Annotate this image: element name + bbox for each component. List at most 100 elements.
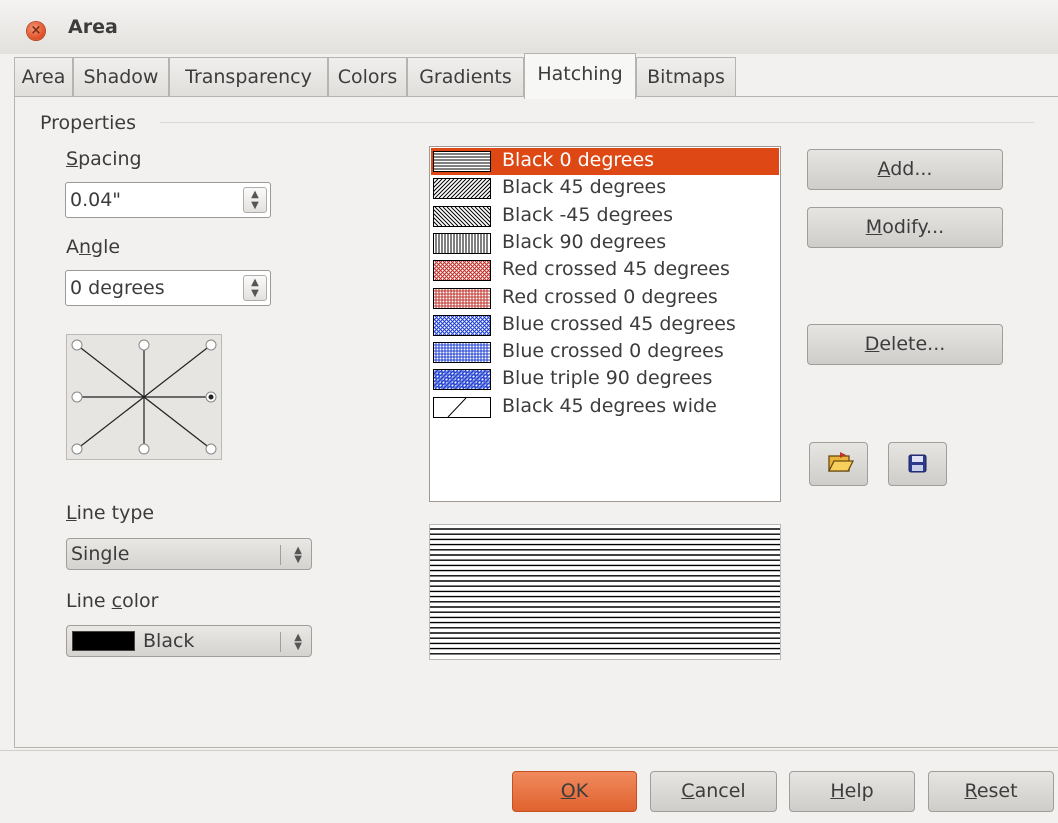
spacing-label: Spacing (66, 148, 142, 170)
angle-selector[interactable] (66, 334, 222, 460)
hatch-list-item[interactable]: Black -45 degrees (414, 203, 779, 230)
open-folder-icon (827, 452, 855, 472)
modify-button[interactable]: Modify... (807, 207, 1003, 248)
reset-mnemonic: R (964, 780, 977, 802)
chevron-updown-icon: ▲ ▼ (294, 545, 302, 565)
hatch-list-item[interactable]: Black 45 degrees wide (431, 394, 779, 421)
hatch-swatch (433, 151, 491, 172)
hatch-list-item-label: Black 90 degrees (502, 230, 667, 253)
hatch-list-item-label: Black 45 degrees (502, 176, 667, 199)
hatch-preview (429, 524, 781, 660)
hatch-list-item-label: Black 0 degrees (502, 149, 655, 171)
ok-text: K (575, 780, 589, 802)
chevron-updown-icon: ▲ ▼ (294, 632, 302, 652)
delete-text: elete... (879, 333, 946, 355)
spacing-label-text: pacing (78, 148, 142, 170)
spacing-spinbox[interactable]: 0.04" ▲ ▼ (65, 182, 271, 218)
angle-stepper[interactable]: ▲ ▼ (243, 275, 267, 301)
window-title: Area (68, 16, 118, 38)
angle-label-text: gle (91, 236, 121, 258)
add-text: dd... (890, 158, 933, 180)
angle-label-mnemonic: n (79, 236, 92, 258)
hatch-list-item-label: Red crossed 0 degrees (502, 285, 718, 308)
angle-spinbox[interactable]: 0 degrees ▲ ▼ (65, 270, 271, 306)
hatch-list-item-label: Blue triple 90 degrees (502, 367, 713, 390)
save-hatches-button[interactable] (888, 442, 947, 486)
load-hatches-button[interactable] (809, 442, 868, 486)
hatch-list-item[interactable]: Black 45 degrees (414, 175, 779, 202)
add-mnemonic: A (877, 158, 891, 180)
line-color-mnemonic: c (111, 590, 123, 612)
combo-divider (280, 632, 281, 652)
hatch-list-item[interactable]: Blue crossed 45 degrees (414, 312, 779, 339)
hatch-swatch (414, 369, 507, 391)
hatch-swatch (414, 314, 507, 336)
hatch-list-item[interactable]: Black 90 degrees (431, 230, 779, 257)
hatch-list-item-label: Blue crossed 0 degrees (502, 340, 724, 363)
line-color-select[interactable]: Black ▲ ▼ (66, 625, 312, 657)
footer-separator (0, 750, 1058, 751)
tab-hatching[interactable]: Hatching (524, 53, 636, 99)
reset-text: eset (976, 780, 1018, 802)
hatch-list-item-label: Blue crossed 45 degrees (502, 312, 736, 335)
line-type-mnemonic: L (66, 502, 77, 524)
ok-button[interactable]: OK (512, 771, 637, 812)
floppy-save-icon (908, 454, 927, 473)
color-swatch (72, 631, 135, 651)
title-bar: × Area (0, 0, 1058, 54)
tab-colors[interactable]: Colors (328, 57, 407, 97)
hatch-swatch (414, 178, 507, 200)
cancel-text: ancel (694, 780, 746, 802)
help-mnemonic: H (830, 780, 845, 802)
hatch-list-item-label: Black -45 degrees (502, 203, 673, 226)
hatch-list-item[interactable]: Black 0 degrees (431, 148, 779, 175)
line-type-select[interactable]: Single ▲ ▼ (66, 538, 312, 570)
line-color-label: Line color (66, 590, 158, 612)
spacing-stepper[interactable]: ▲ ▼ (243, 187, 267, 213)
tab-area[interactable]: Area (14, 57, 73, 97)
angle-label-start: A (66, 236, 79, 258)
line-color-text: olor (122, 590, 159, 612)
hatch-swatch (414, 260, 507, 282)
tab-gradients[interactable]: Gradients (407, 57, 524, 97)
tab-shadow[interactable]: Shadow (73, 57, 169, 97)
hatch-list-item[interactable]: Blue triple 90 degrees (414, 366, 779, 393)
hatch-swatch (433, 342, 491, 364)
hatch-list-item[interactable]: Red crossed 0 degrees (431, 285, 779, 312)
properties-separator (160, 122, 1034, 123)
angle-label: Angle (66, 236, 120, 258)
hatch-preview-graphic (430, 528, 780, 655)
combo-divider (280, 545, 281, 565)
line-type-value: Single (71, 543, 130, 565)
line-type-text: ine type (76, 502, 155, 524)
tab-bitmaps[interactable]: Bitmaps (636, 57, 736, 97)
angle-selector-graphic (71, 339, 217, 455)
ok-mnemonic: O (560, 780, 576, 802)
hatch-swatch (433, 396, 491, 418)
line-color-label-start: Line (66, 590, 112, 612)
hatch-list[interactable]: Black 0 degrees Black 45 degrees Black -45… (414, 146, 781, 502)
add-button[interactable]: Add... (807, 149, 1003, 190)
delete-button[interactable]: Delete... (807, 324, 1003, 365)
help-text: elp (844, 780, 874, 802)
modify-mnemonic: M (865, 216, 883, 238)
cancel-button[interactable]: Cancel (650, 771, 777, 812)
help-button[interactable]: Help (789, 771, 915, 812)
hatch-list-item[interactable]: Red crossed 45 degrees (414, 257, 779, 284)
delete-mnemonic: D (864, 333, 880, 355)
hatch-list-item-label: Black 45 degrees wide (502, 394, 717, 417)
hatch-list-item-label: Red crossed 45 degrees (502, 258, 730, 281)
close-icon[interactable]: × (27, 22, 45, 40)
reset-button[interactable]: Reset (928, 771, 1054, 812)
hatch-swatch (433, 287, 491, 309)
hatch-swatch (414, 205, 507, 227)
line-color-value: Black (143, 630, 195, 652)
properties-heading: Properties (40, 112, 137, 134)
line-type-label: Line type (66, 502, 154, 524)
modify-text: odify... (882, 216, 945, 238)
hatch-swatch (433, 232, 491, 254)
hatch-list-item[interactable]: Blue crossed 0 degrees (431, 339, 779, 366)
spacing-value: 0.04" (70, 189, 122, 211)
tab-transparency[interactable]: Transparency (169, 57, 328, 97)
cancel-mnemonic: C (681, 780, 695, 802)
